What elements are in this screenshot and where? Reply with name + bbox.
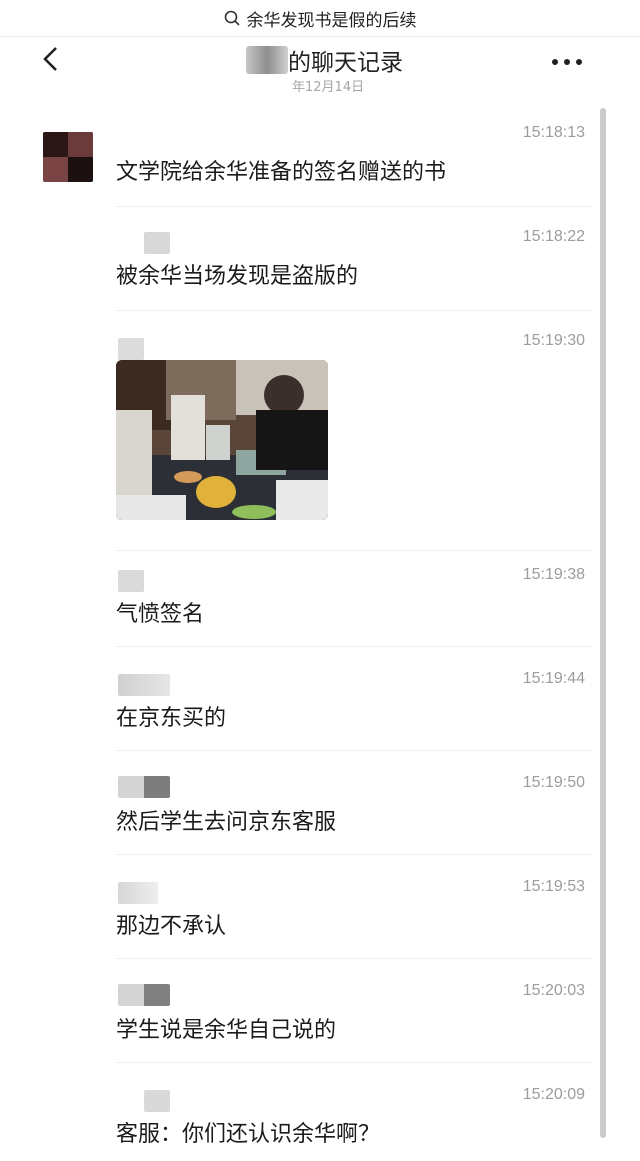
message-text: 那边不承认	[116, 914, 227, 939]
divider	[116, 958, 591, 959]
divider	[116, 750, 591, 751]
blurred-contact-name	[246, 46, 288, 74]
message-time: 15:18:22	[522, 228, 585, 245]
avatar	[43, 132, 93, 182]
message-text: 在京东买的	[116, 706, 227, 731]
divider	[116, 854, 591, 855]
blurred-sender-name	[118, 776, 170, 798]
divider	[116, 310, 591, 311]
more-icon[interactable]	[551, 58, 583, 66]
message-text: 文学院给余华准备的签名赠送的书	[116, 160, 447, 185]
blurred-sender-name	[118, 674, 170, 696]
page-title: 的聊天记录	[288, 50, 403, 76]
search-icon	[224, 10, 240, 26]
title-wrap: 的聊天记录	[246, 43, 403, 77]
message-time: 15:18:13	[522, 124, 585, 141]
message-text: 学生说是余华自己说的	[116, 1018, 337, 1043]
message-text: 被余华当场发现是盗版的	[116, 264, 359, 289]
message-time: 15:20:03	[522, 982, 585, 999]
message-text: 然后学生去问京东客服	[116, 810, 337, 835]
blurred-sender-name	[118, 338, 144, 360]
divider	[116, 1062, 591, 1063]
blurred-sender-name	[144, 1090, 170, 1112]
chat-record-header: 的聊天记录 年12月14日	[0, 36, 640, 110]
back-arrow-icon[interactable]	[38, 44, 68, 74]
blurred-sender-name	[118, 882, 158, 904]
divider	[116, 550, 591, 551]
message-time: 15:19:53	[522, 878, 585, 895]
search-bar[interactable]: 余华发现书是假的后续	[0, 0, 640, 37]
photo-image	[116, 360, 328, 520]
blurred-sender-name	[118, 570, 144, 592]
divider	[116, 646, 591, 647]
scrollbar[interactable]	[600, 108, 606, 1138]
blurred-sender-name	[118, 984, 170, 1006]
message-time: 15:20:09	[522, 1086, 585, 1103]
message-time: 15:19:44	[522, 670, 585, 687]
photo-thumbnail[interactable]	[116, 360, 328, 520]
divider	[116, 206, 591, 207]
date-subtitle: 年12月14日	[292, 80, 365, 95]
message-time: 15:19:50	[522, 774, 585, 791]
message-text: 客服：你们还认识余华啊？	[116, 1122, 381, 1147]
search-query: 余华发现书是假的后续	[246, 10, 417, 31]
message-text: 气愤签名	[116, 602, 205, 627]
message-time: 15:19:38	[522, 566, 585, 583]
blurred-sender-name	[144, 232, 170, 254]
message-time: 15:19:30	[522, 332, 585, 349]
